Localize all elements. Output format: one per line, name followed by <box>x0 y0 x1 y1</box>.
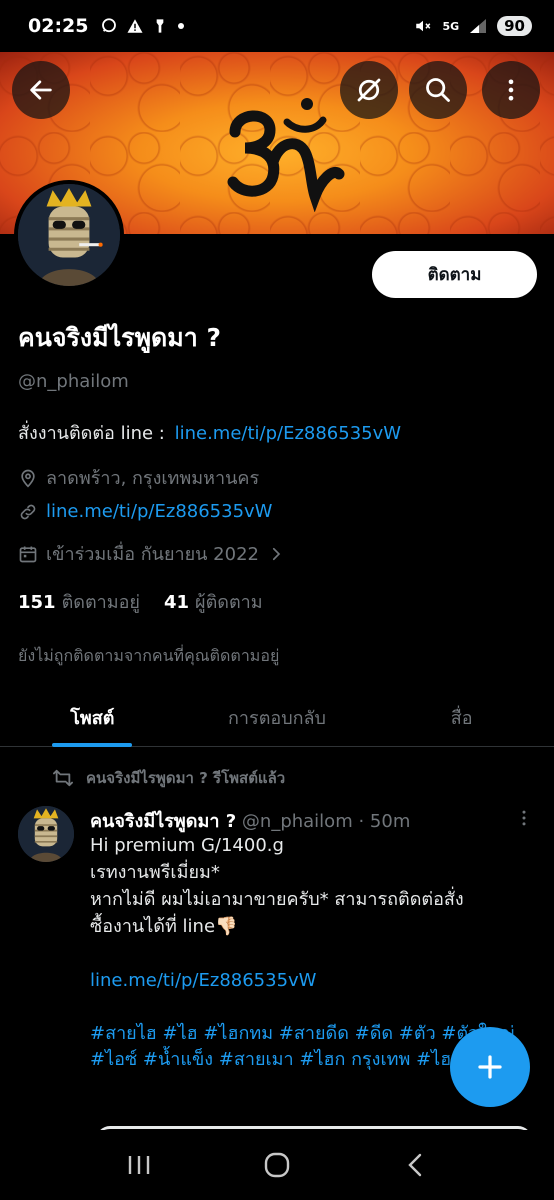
mute-icon <box>416 20 431 32</box>
avatar-image <box>18 806 74 862</box>
warning-icon <box>127 19 143 33</box>
post-header: คนจริงมีไรพูดมา ? @n_phailom · 50m <box>90 806 410 835</box>
om-symbol-icon <box>227 98 345 212</box>
home-button[interactable] <box>247 1145 307 1185</box>
signal-icon <box>470 19 487 33</box>
post-time: · 50m <box>358 811 411 832</box>
joined-text: เข้าร่วมเมื่อ กันยายน 2022 <box>46 544 259 565</box>
profile-stats: 151 ติดตามอยู่ 41 ผู้ติดตาม <box>18 587 263 616</box>
followers-stat[interactable]: 41 ผู้ติดตาม <box>164 587 263 616</box>
profile-website[interactable]: line.me/ti/p/Ez886535vW <box>18 501 272 522</box>
profile-joined[interactable]: เข้าร่วมเมื่อ กันยายน 2022 <box>18 539 285 568</box>
profile-display-name: คนจริงมีไรพูดมา ? <box>18 323 222 352</box>
status-time: 02:25 <box>28 15 89 37</box>
recent-apps-icon <box>128 1156 150 1174</box>
battery-level: 90 <box>497 16 532 36</box>
post-author-name[interactable]: คนจริงมีไรพูดมา ? <box>90 811 236 832</box>
not-followed-note: ยังไม่ถูกติดตามจากคนที่คุณติดตามอยู่ <box>18 646 280 665</box>
repost-icon <box>53 769 73 787</box>
more-vertical-icon <box>508 79 514 101</box>
tab-replies[interactable]: การตอบกลับ <box>185 690 370 746</box>
chat-bubble-icon <box>102 18 117 33</box>
link-icon <box>20 504 36 519</box>
back-icon <box>408 1153 422 1177</box>
profile-handle: @n_phailom <box>18 371 129 392</box>
compose-fab[interactable] <box>450 1027 530 1107</box>
post-author-handle[interactable]: @n_phailom <box>242 811 353 832</box>
profile-bio: สั่งงานติดต่อ line : line.me/ti/p/Ez8865… <box>18 418 401 447</box>
hide-button[interactable] <box>340 61 398 119</box>
status-bar: 02:25 5G 90 <box>0 0 554 52</box>
plus-icon <box>478 1055 502 1079</box>
back-button[interactable] <box>12 61 70 119</box>
post-more-button[interactable] <box>514 808 534 832</box>
follow-button[interactable]: ติดตาม <box>372 251 537 298</box>
following-count: 151 <box>18 592 56 613</box>
back-nav-button[interactable] <box>385 1145 445 1185</box>
repost-indicator: คนจริงมีไรพูดมา ? รีโพสต์แล้ว <box>52 766 285 790</box>
status-notification-icons <box>100 17 186 35</box>
tab-media[interactable]: สื่อ <box>369 690 554 746</box>
profile-tabs: โพสต์ การตอบกลับ สื่อ <box>0 690 554 747</box>
more-vertical-icon <box>522 810 526 826</box>
recent-apps-button[interactable] <box>109 1145 169 1185</box>
following-label: ติดตามอยู่ <box>61 592 140 613</box>
more-options-button[interactable] <box>482 61 540 119</box>
website-link[interactable]: line.me/ti/p/Ez886535vW <box>46 501 272 522</box>
dot-icon <box>178 23 185 29</box>
repost-text: คนจริงมีไรพูดมา ? รีโพสต์แล้ว <box>86 769 286 787</box>
search-button[interactable] <box>409 61 467 119</box>
search-icon <box>426 78 450 102</box>
location-text: ลาดพร้าว, กรุงเทพมหานคร <box>46 468 260 489</box>
system-nav-bar <box>0 1130 554 1200</box>
flashlight-icon <box>157 19 164 33</box>
profile-avatar[interactable] <box>14 180 124 290</box>
avatar-image <box>18 184 120 286</box>
calendar-icon <box>19 546 37 562</box>
profile-location: ลาดพร้าว, กรุงเทพมหานคร <box>18 463 259 492</box>
home-icon <box>264 1152 290 1178</box>
bio-link[interactable]: line.me/ti/p/Ez886535vW <box>175 423 401 444</box>
following-stat[interactable]: 151 ติดตามอยู่ <box>18 587 140 616</box>
bio-text: สั่งงานติดต่อ line : <box>18 423 165 444</box>
chevron-right-icon <box>272 547 281 560</box>
arrow-left-icon <box>30 80 52 100</box>
post-line: หากไม่ดี ผมไม่เอามาขายครับ* สามารถติดต่อ… <box>90 889 464 910</box>
followers-count: 41 <box>163 592 190 613</box>
location-pin-icon <box>21 469 35 488</box>
tab-posts[interactable]: โพสต์ <box>0 690 185 746</box>
post-link[interactable]: line.me/ti/p/Ez886535vW <box>90 967 530 994</box>
post-author-avatar[interactable] <box>18 806 74 862</box>
post-line: ซื้องานได้ที่ line👎🏻 <box>90 916 238 937</box>
network-type: 5G <box>442 19 460 33</box>
eye-off-icon <box>357 78 381 102</box>
followers-label: ผู้ติดตาม <box>195 592 263 613</box>
post-line: เรทงานพรีเมี่ยม* <box>90 862 220 883</box>
post-line: Hi premium G/1400.g <box>90 835 284 856</box>
